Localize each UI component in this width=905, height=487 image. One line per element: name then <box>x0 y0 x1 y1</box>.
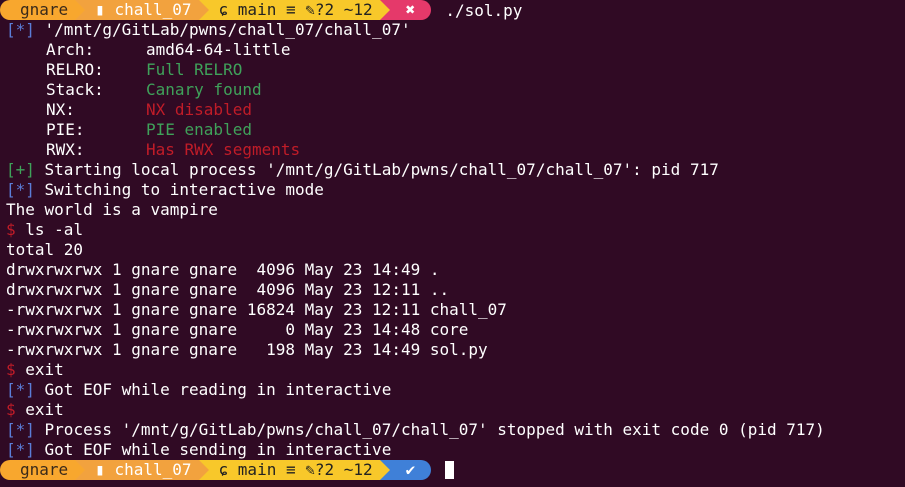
info-prefix: [*] <box>6 380 35 399</box>
git-branch: main <box>237 460 277 479</box>
ls-row: drwxrwxrwx 1 gnare gnare 4096 May 23 14:… <box>6 260 440 279</box>
checksec-arch: Arch: amd64-64-little <box>46 40 291 59</box>
prompt-separator <box>198 0 209 20</box>
dollar-prompt: $ <box>6 400 16 419</box>
checksec-stack: Stack: Canary found <box>46 80 262 99</box>
prompt-separator <box>198 460 209 480</box>
info-prefix: [*] <box>6 20 35 39</box>
folder-icon: ▮ <box>95 460 105 479</box>
prompt-separator <box>75 460 86 480</box>
output-line: total 20 <box>6 240 84 259</box>
interactive-command: $ exit <box>6 400 64 419</box>
output-line: [*] '/mnt/g/GitLab/pwns/chall_07/chall_0… <box>6 20 905 40</box>
checksec-rwx: RWX: Has RWX segments <box>46 140 301 159</box>
ls-row: -rwxrwxrwx 1 gnare gnare 0 May 23 14:48 … <box>6 320 469 339</box>
prompt-dir: chall_07 <box>114 0 192 19</box>
info-prefix: [*] <box>6 180 35 199</box>
prompt-separator <box>379 0 390 20</box>
interactive-command: $ exit <box>6 360 64 379</box>
edit-icon: ✎ <box>305 460 315 479</box>
git-status: ≡ <box>285 0 306 19</box>
prompt-line: gnare ▮ chall_07 ɕ main ≡ ✎?2 ~12 ✖ ./so… <box>0 0 905 20</box>
command-text: ./sol.py <box>445 0 523 20</box>
prompt-dir-segment: ▮ chall_07 <box>85 0 199 20</box>
prompt-user: gnare <box>0 0 76 20</box>
exit-status-error-icon: ✖ <box>389 0 432 20</box>
output-line: [*] Switching to interactive mode <box>6 180 324 199</box>
ls-row: -rwxrwxrwx 1 gnare gnare 198 May 23 14:4… <box>6 340 488 359</box>
exit-status-ok-icon: ✔ <box>389 460 432 480</box>
success-prefix: [+] <box>6 160 35 179</box>
output-line: [+] Starting local process '/mnt/g/GitLa… <box>6 160 719 179</box>
prompt-dir-segment: ▮ chall_07 <box>85 460 199 480</box>
output-line: [*] Process '/mnt/g/GitLab/pwns/chall_07… <box>6 420 825 439</box>
prompt-git-segment: ɕ main ≡ ✎?2 ~12 <box>208 0 380 20</box>
git-branch-icon: ɕ <box>218 460 229 479</box>
info-prefix: [*] <box>6 440 35 459</box>
interactive-command: $ ls -al <box>6 220 84 239</box>
checksec-nx: NX: NX disabled <box>46 100 252 119</box>
ls-row: -rwxrwxrwx 1 gnare gnare 16824 May 23 12… <box>6 300 507 319</box>
dollar-prompt: $ <box>6 360 16 379</box>
text-cursor[interactable] <box>445 461 455 479</box>
prompt-separator <box>75 0 86 20</box>
dollar-prompt: $ <box>6 220 16 239</box>
output-line: [*] Got EOF while sending in interactive <box>6 440 392 459</box>
edit-icon: ✎ <box>305 0 315 19</box>
git-status: ≡ <box>285 460 306 479</box>
prompt-dir: chall_07 <box>114 460 192 479</box>
info-prefix: [*] <box>6 420 35 439</box>
terminal-window[interactable]: gnare ▮ chall_07 ɕ main ≡ ✎?2 ~12 ✖ ./so… <box>0 0 905 487</box>
prompt-user: gnare <box>0 460 76 480</box>
checksec-pie: PIE: PIE enabled <box>46 120 252 139</box>
ls-row: drwxrwxrwx 1 gnare gnare 4096 May 23 12:… <box>6 280 450 299</box>
prompt-git-segment: ɕ main ≡ ✎?2 ~12 <box>208 460 380 480</box>
checksec-relro: RELRO: Full RELRO <box>46 60 243 79</box>
output-line: [*] Got EOF while reading in interactive <box>6 380 392 399</box>
git-changes: ?2 ~12 <box>314 460 373 479</box>
folder-icon: ▮ <box>95 0 105 19</box>
git-branch-icon: ɕ <box>218 0 229 19</box>
git-branch: main <box>237 0 277 19</box>
output-line: The world is a vampire <box>6 200 218 219</box>
git-changes: ?2 ~12 <box>314 0 373 19</box>
prompt-separator <box>379 460 390 480</box>
prompt-line-active[interactable]: gnare ▮ chall_07 ɕ main ≡ ✎?2 ~12 ✔ <box>0 460 905 480</box>
binary-path: '/mnt/g/GitLab/pwns/chall_07/chall_07' <box>34 20 411 39</box>
